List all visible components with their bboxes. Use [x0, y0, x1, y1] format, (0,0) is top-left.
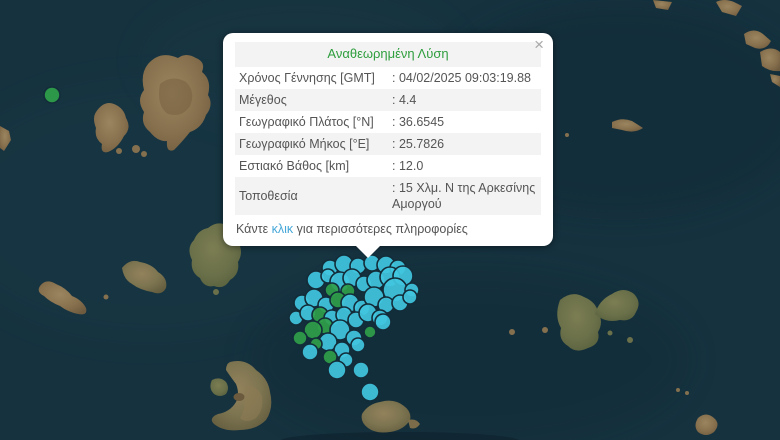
islet	[608, 331, 613, 336]
popup-row: Χρόνος Γέννησης [GMT]: 04/02/2025 09:03:…	[235, 67, 541, 89]
popup-title: Αναθεωρημένη Λύση	[235, 42, 541, 67]
islet	[116, 148, 122, 154]
popup-row: Γεωγραφικό Πλάτος [°N]: 36.6545	[235, 111, 541, 133]
row-value: : 04/02/2025 09:03:19.88	[388, 67, 541, 89]
row-value: : 15 Χλμ. Ν της Αρκεσίνης Αμοργού	[388, 177, 541, 215]
islet	[542, 327, 548, 333]
islet	[565, 133, 569, 137]
islet	[509, 329, 515, 335]
islet	[685, 391, 689, 395]
earthquake-popup: × Αναθεωρημένη Λύση Χρόνος Γέννησης [GMT…	[223, 33, 553, 246]
islet	[141, 151, 147, 157]
earthquake-marker[interactable]	[403, 290, 417, 304]
popup-row: Μέγεθος: 4.4	[235, 89, 541, 111]
islet	[213, 289, 219, 295]
row-label: Τοποθεσία	[235, 177, 388, 215]
row-value: : 4.4	[388, 89, 541, 111]
earthquake-marker[interactable]	[328, 361, 346, 379]
more-info-link[interactable]: κλικ	[272, 222, 294, 236]
earthquake-marker[interactable]	[361, 383, 379, 401]
earthquake-marker[interactable]	[364, 326, 376, 338]
earthquake-marker[interactable]	[293, 331, 307, 345]
close-icon[interactable]: ×	[532, 34, 546, 55]
row-value: : 25.7826	[388, 133, 541, 155]
popup-table: Αναθεωρημένη Λύση Χρόνος Γέννησης [GMT]:…	[235, 42, 541, 215]
islet	[104, 295, 109, 300]
popup-footer: Κάντε κλικ για περισσότερες πληροφορίες	[235, 215, 541, 239]
popup-row: Τοποθεσία: 15 Χλμ. Ν της Αρκεσίνης Αμοργ…	[235, 177, 541, 215]
islet	[132, 145, 140, 153]
earthquake-marker[interactable]	[44, 87, 60, 103]
row-value: : 12.0	[388, 155, 541, 177]
islet	[627, 337, 633, 343]
row-label: Μέγεθος	[235, 89, 388, 111]
earthquake-marker[interactable]	[353, 362, 369, 378]
popup-row: Εστιακό Βάθος [km]: 12.0	[235, 155, 541, 177]
row-value: : 36.6545	[388, 111, 541, 133]
earthquake-marker[interactable]	[302, 344, 318, 360]
earthquake-marker[interactable]	[375, 314, 391, 330]
row-label: Χρόνος Γέννησης [GMT]	[235, 67, 388, 89]
islet	[676, 388, 680, 392]
islet-caldera	[234, 393, 245, 401]
earthquake-marker[interactable]	[351, 338, 365, 352]
row-label: Γεωγραφικό Πλάτος [°N]	[235, 111, 388, 133]
popup-row: Γεωγραφικό Μήκος [°E]: 25.7826	[235, 133, 541, 155]
row-label: Γεωγραφικό Μήκος [°E]	[235, 133, 388, 155]
footer-text: Κάντε	[236, 222, 272, 236]
map-canvas[interactable]: × Αναθεωρημένη Λύση Χρόνος Γέννησης [GMT…	[0, 0, 780, 440]
row-label: Εστιακό Βάθος [km]	[235, 155, 388, 177]
footer-text: για περισσότερες πληροφορίες	[293, 222, 468, 236]
